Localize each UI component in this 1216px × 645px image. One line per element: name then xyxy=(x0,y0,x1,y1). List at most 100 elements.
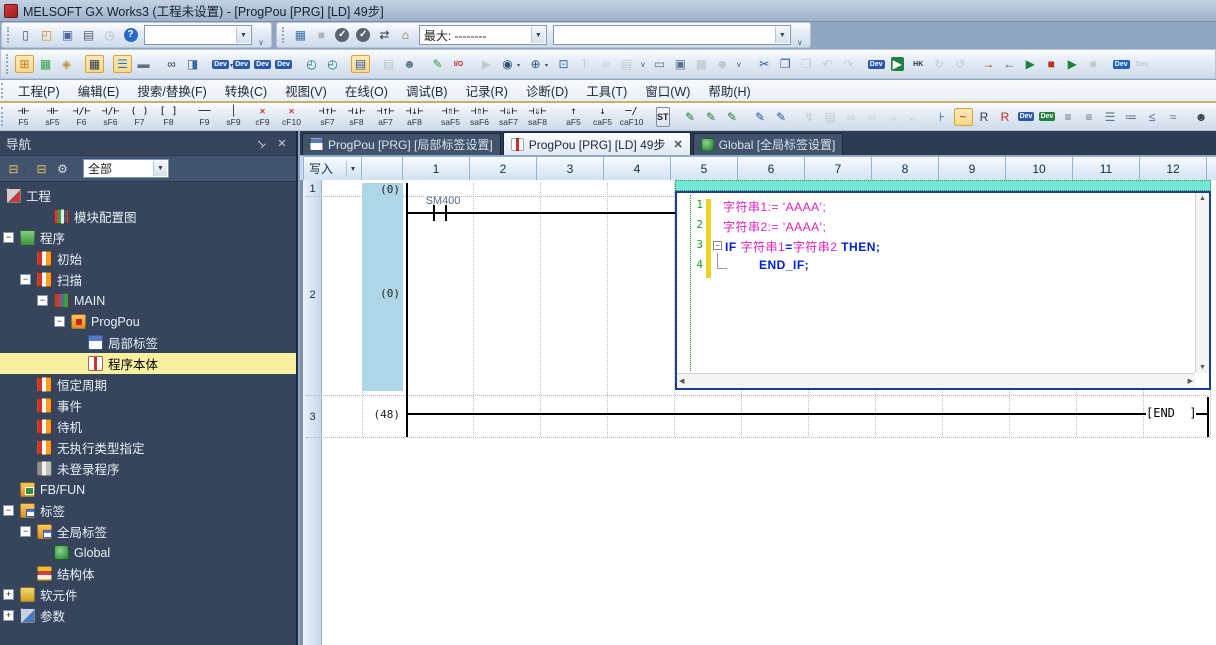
pointer-branch-icon[interactable]: ≔ xyxy=(1122,108,1141,126)
project-history-icon[interactable]: ◷ xyxy=(100,26,119,44)
device-monitor-search-icon[interactable]: Dev xyxy=(1038,108,1057,126)
st-code-line[interactable]: 字符串2:= 'AAAA'; xyxy=(723,218,826,235)
fkey-F9-button[interactable]: ──F9 xyxy=(191,104,218,130)
edit-coil-pencil-icon[interactable]: ✎ xyxy=(702,108,721,126)
toolbar-overflow-icon[interactable]: ∨ xyxy=(258,38,264,47)
st-vertical-scrollbar[interactable]: ▲ ▼ xyxy=(1195,193,1209,373)
toolbar-overflow-icon[interactable]: ∨ xyxy=(797,38,803,47)
wire-mode-icon[interactable]: ~ xyxy=(954,108,973,126)
menu-item[interactable]: 诊断(D) xyxy=(517,79,577,102)
label-tag-icon[interactable]: ◈ xyxy=(57,55,76,73)
tree-item[interactable]: 模块配置图 xyxy=(0,206,296,227)
find-in-window-icon[interactable]: ◨ xyxy=(183,55,202,73)
tab[interactable]: ProgPou [PRG] [LD] 49步✕ xyxy=(503,132,691,155)
inline-st-box[interactable]: 1字符串1:= 'AAAA';2字符串2:= 'AAAA';3−IF 字符串1=… xyxy=(675,191,1211,390)
combo-arrow-icon[interactable]: ▼ xyxy=(531,27,545,43)
tree-item[interactable]: 未登录程序 xyxy=(0,458,296,479)
fkey-saF5-button[interactable]: ⊣⇑⊢saF5 xyxy=(437,104,464,130)
convert-icon[interactable]: ↯ xyxy=(800,108,819,126)
tree-item[interactable]: FB/FUN xyxy=(0,479,296,500)
fkey-aF7-button[interactable]: ⊣↑⊢aF7 xyxy=(372,104,399,130)
ladder-canvas[interactable]: 1 2 3 (0) (0) (48) SM400 1字符串1: xyxy=(300,180,1216,645)
menu-item[interactable]: 转换(C) xyxy=(216,79,276,102)
stop-icon[interactable]: ■ xyxy=(312,26,331,44)
fb-register-icon[interactable]: ☻ xyxy=(1192,108,1211,126)
combo-arrow-icon[interactable]: ▼ xyxy=(775,27,789,43)
edit-contact-pencil-icon[interactable]: ✎ xyxy=(681,108,700,126)
fkey-sF7-button[interactable]: ⊣↑⊢sF7 xyxy=(314,104,341,130)
insert-row-icon[interactable]: → xyxy=(884,108,903,126)
note-edit-icon[interactable]: ≡ xyxy=(1080,108,1099,126)
memory-dump-icon[interactable]: ▦ xyxy=(692,55,711,73)
find-icon[interactable]: ∞ xyxy=(162,55,181,73)
tree-item[interactable]: 事件 xyxy=(0,395,296,416)
write-mode-combobox[interactable]: 写入▼ xyxy=(303,156,362,181)
cut-icon[interactable]: ✂ xyxy=(755,55,774,73)
zoom-icon[interactable]: ⊕ xyxy=(526,55,545,73)
monitor-window-find-icon[interactable]: ▶ xyxy=(888,55,907,73)
tree-item[interactable]: 工程 xyxy=(0,185,296,206)
fit-width-icon[interactable]: T xyxy=(575,55,594,73)
menu-item[interactable]: 编辑(E) xyxy=(69,79,129,102)
device-test-search-icon[interactable]: Dev xyxy=(1017,108,1036,126)
find-rung-red-icon[interactable]: R xyxy=(996,108,1015,126)
edit-open-pencil-icon[interactable]: ✎ xyxy=(723,108,742,126)
fkey-saF6-button[interactable]: ⊣⇑⊢saF6 xyxy=(466,104,493,130)
find-rung-icon[interactable]: R xyxy=(975,108,994,126)
previous-result-icon[interactable]: ↻ xyxy=(930,55,949,73)
device-crossref-icon[interactable]: Dev xyxy=(274,55,293,73)
write-to-plc-icon[interactable]: → xyxy=(979,55,998,73)
settings-gear-icon[interactable]: ⚙ xyxy=(53,160,72,178)
align-wave-icon[interactable]: ≈ xyxy=(1164,108,1183,126)
menu-item[interactable]: 记录(R) xyxy=(457,79,517,102)
simulation-icon[interactable]: ▶ xyxy=(477,55,496,73)
fkey-sF6-button[interactable]: ⊣/⊢sF6 xyxy=(97,104,124,130)
toolbar-grip[interactable] xyxy=(6,54,11,74)
device-display-icon[interactable]: ◉ xyxy=(498,55,517,73)
fkey-caF5-button[interactable]: ↓caF5 xyxy=(589,104,616,130)
scroll-right-icon[interactable]: ▶ xyxy=(1186,375,1195,387)
tree-item[interactable]: 无执行类型指定 xyxy=(0,437,296,458)
tree-item[interactable]: −MAIN xyxy=(0,290,296,311)
fkey-cF9-button[interactable]: ✕cF9 xyxy=(249,104,276,130)
tree-item[interactable]: −标签 xyxy=(0,500,296,521)
find-next-icon[interactable]: ∞ xyxy=(596,55,615,73)
new-project-icon[interactable]: ▯ xyxy=(16,26,35,44)
entry-ladder-monitor-icon[interactable]: ▭ xyxy=(650,55,669,73)
fkey-saF8-button[interactable]: ⊣⇓⊢saF8 xyxy=(524,104,551,130)
menu-item[interactable]: 在线(O) xyxy=(336,79,397,102)
fkey-aF8-button[interactable]: ⊣↓⊢aF8 xyxy=(401,104,428,130)
menu-grip[interactable] xyxy=(1,83,6,98)
tree-item[interactable]: Global xyxy=(0,542,296,563)
scroll-up-icon[interactable]: ▲ xyxy=(1197,193,1208,204)
window-zoom-icon[interactable]: ⊡ xyxy=(554,55,573,73)
undo-icon[interactable]: ↶ xyxy=(818,55,837,73)
toolbar-overflow-icon[interactable]: ∨ xyxy=(736,60,742,69)
tree-expand-icon[interactable]: − xyxy=(3,505,14,516)
list-editor-icon[interactable]: ▬ xyxy=(134,55,153,73)
scan-watch-icon[interactable]: ◴ xyxy=(302,55,321,73)
status-combobox[interactable]: ▼ xyxy=(553,25,791,45)
help-icon[interactable]: ? xyxy=(121,26,140,44)
fkey-sF8-button[interactable]: ⊣↓⊢sF8 xyxy=(343,104,370,130)
monitor-start-icon[interactable]: ▶ xyxy=(1021,55,1040,73)
pin-icon[interactable]: Т xyxy=(252,135,268,151)
tree-collapse-icon[interactable]: ⊟ xyxy=(32,160,51,178)
line-statement-icon[interactable]: ≡ xyxy=(1059,108,1078,126)
copy-icon[interactable]: ❐ xyxy=(776,55,795,73)
close-panel-icon[interactable]: ✕ xyxy=(274,135,290,151)
tab[interactable]: ProgPou [PRG] [局部标签设置] xyxy=(302,133,501,155)
intelligent-function-icon[interactable]: ▣ xyxy=(671,55,690,73)
menu-item[interactable]: 工具(T) xyxy=(577,79,636,102)
menu-item[interactable]: 工程(P) xyxy=(9,79,69,102)
home-monitor-icon[interactable]: ⌂ xyxy=(396,26,415,44)
combo-arrow-icon[interactable]: ▼ xyxy=(153,161,167,176)
toolbar-grip[interactable] xyxy=(7,27,12,44)
find-unpaired-icon[interactable]: ∞ xyxy=(842,108,861,126)
convert-all-icon[interactable]: ▤ xyxy=(821,108,840,126)
st-code-line[interactable]: IF 字符串1=字符串2 THEN; xyxy=(725,238,880,255)
io-assignment-icon[interactable]: I/O xyxy=(449,55,468,73)
tree-item[interactable]: −全局标签 xyxy=(0,521,296,542)
docking-window-icon[interactable]: ▤ xyxy=(351,55,370,73)
menu-item[interactable]: 窗口(W) xyxy=(636,79,699,102)
